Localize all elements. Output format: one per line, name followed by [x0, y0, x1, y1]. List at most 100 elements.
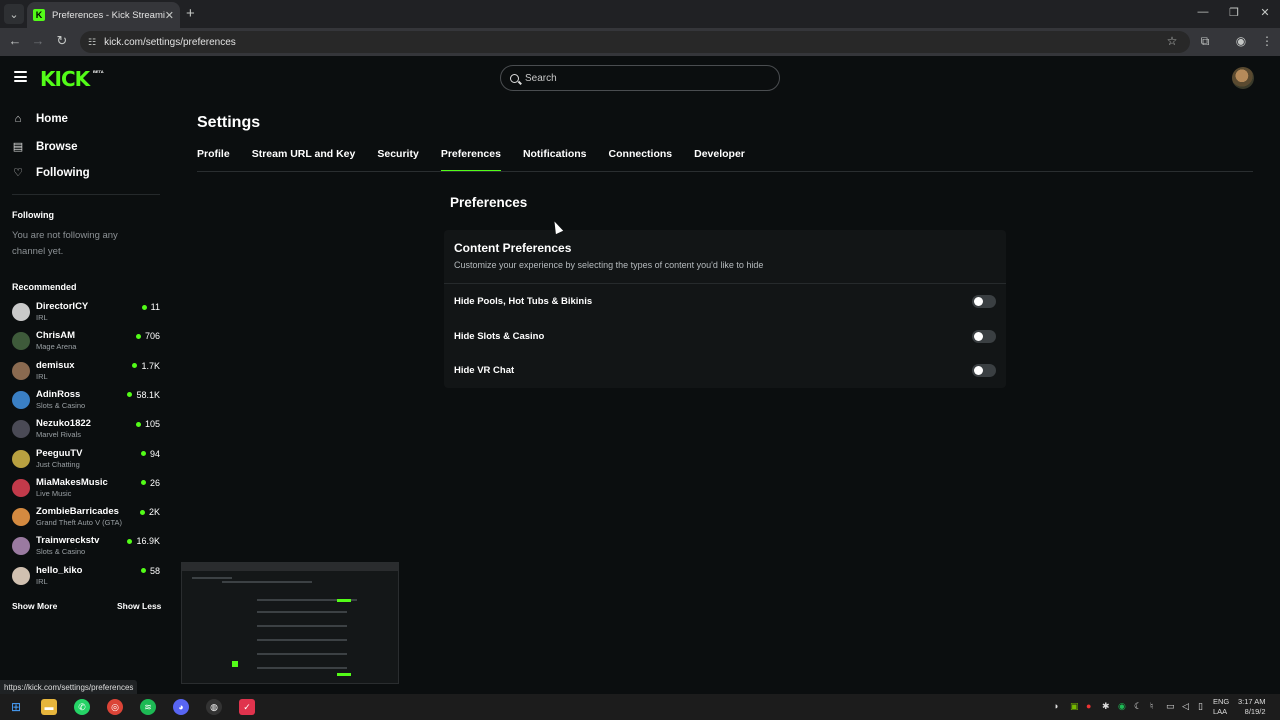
recommended-channel[interactable]: hello_kiko IRL 58 [12, 564, 160, 590]
recommended-channel[interactable]: Trainwreckstv Slots & Casino 16.9K [12, 534, 160, 560]
tab-close-icon[interactable]: ✕ [165, 9, 174, 22]
moon-icon[interactable]: ☾ [1134, 701, 1142, 712]
sidebar: ⌂ Home ▤ Browse ♡ Following Following Yo… [0, 100, 170, 694]
browser-menu-icon[interactable]: ⋮ [1258, 34, 1276, 48]
minimize-icon[interactable]: — [1188, 6, 1218, 18]
sidebar-item-following[interactable]: ♡ Following [12, 166, 90, 180]
address-url: kick.com/settings/preferences [104, 36, 236, 48]
spotify-icon[interactable]: ≋ [140, 699, 156, 715]
system-clock[interactable]: 3:17 AM 8/19/2 [1238, 697, 1266, 717]
site-header: KICK BETA Search [0, 56, 1280, 100]
kick-favicon-icon: K [33, 9, 45, 21]
search-input[interactable]: Search [500, 65, 780, 91]
site-info-icon[interactable]: ☷ [88, 37, 96, 48]
browser-toolbar: ← → ↻ ☷ kick.com/settings/preferences ☆ … [0, 28, 1280, 56]
bookmark-star-icon[interactable]: ☆ [1163, 34, 1181, 48]
new-tab-button[interactable]: + [186, 5, 195, 22]
app-icon[interactable]: ✓ [239, 699, 255, 715]
tab-developer[interactable]: Developer [694, 148, 745, 172]
windows-start-icon[interactable]: ⊞ [8, 699, 24, 715]
whatsapp-icon[interactable]: ✆ [74, 699, 90, 715]
forward-icon[interactable]: → [28, 33, 48, 48]
user-avatar[interactable] [1232, 67, 1254, 89]
bluetooth-icon[interactable]: ✱ [1102, 701, 1110, 712]
channel-category: IRL [36, 576, 48, 586]
recommended-channel[interactable]: PeeguuTV Just Chatting 94 [12, 447, 160, 473]
show-less-button[interactable]: Show Less [117, 601, 161, 611]
heart-icon: ♡ [13, 167, 23, 179]
window-close-icon[interactable]: ✕ [1250, 6, 1280, 19]
sidebar-item-browse[interactable]: ▤ Browse [12, 140, 78, 154]
sidebar-item-home[interactable]: ⌂ Home [12, 113, 68, 125]
channel-name: DirectorICY [36, 301, 89, 312]
preference-row: Hide Slots & Casino [454, 328, 996, 346]
sidebar-item-label: Browse [36, 140, 78, 153]
obs-icon[interactable]: ◍ [206, 699, 222, 715]
sidebar-item-label: Following [36, 166, 90, 179]
nvidia-icon[interactable]: ▣ [1070, 701, 1079, 712]
tab-search-button[interactable]: ⌄ [4, 4, 24, 24]
channel-category: Slots & Casino [36, 547, 86, 557]
tab-preferences[interactable]: Preferences [440, 148, 502, 172]
back-icon[interactable]: ← [5, 33, 25, 48]
viewer-count: 2K [140, 507, 160, 517]
menu-hamburger-icon[interactable] [14, 71, 27, 82]
recommended-channel[interactable]: ZombieBarricades Grand Theft Auto V (GTA)… [12, 505, 160, 531]
channel-category: Just Chatting [36, 459, 80, 469]
browser-tab-active[interactable]: K Preferences - Kick Streaming ✕ [27, 2, 180, 28]
card-divider [444, 283, 1006, 284]
settings-tabs: Profile Stream URL and Key Security Prefere… [197, 148, 767, 172]
recommended-channel[interactable]: demisux IRL 1.7K [12, 359, 160, 385]
search-icon [510, 73, 519, 83]
tray-app-icon[interactable]: ◑ [1053, 701, 1058, 711]
chrome-icon[interactable]: ◎ [107, 699, 123, 715]
microphone-icon[interactable]: ♮ [1150, 701, 1153, 712]
channel-avatar [12, 361, 30, 380]
address-bar[interactable]: ☷ kick.com/settings/preferences [80, 31, 1190, 53]
recommended-channel[interactable]: MiaMakesMusic Live Music 26 [12, 476, 160, 502]
recommended-channel[interactable]: ChrisAM Mage Arena 706 [12, 329, 160, 355]
recommended-channel[interactable]: DirectorICY IRL 11 [12, 300, 160, 326]
preference-toggle[interactable] [972, 295, 996, 308]
tab-connections[interactable]: Connections [609, 148, 673, 172]
language-indicator[interactable]: ENG LAA [1213, 697, 1229, 717]
channel-name: MiaMakesMusic [36, 476, 108, 488]
tab-notifications[interactable]: Notifications [523, 148, 587, 172]
tabs-divider [197, 171, 1253, 172]
kick-logo[interactable]: KICK [40, 67, 90, 91]
preference-row: Hide Pools, Hot Tubs & Bikinis [454, 293, 996, 311]
viewer-count: 706 [136, 331, 160, 341]
language-code: ENG [1213, 697, 1230, 706]
show-more-button[interactable]: Show More [12, 601, 57, 611]
battery-icon[interactable]: ▯ [1198, 701, 1203, 712]
extensions-icon[interactable]: ⧉ [1196, 34, 1214, 49]
channel-avatar [12, 566, 30, 585]
card-description: Customize your experience by selecting t… [454, 260, 764, 270]
channel-avatar [12, 449, 30, 468]
volume-icon[interactable]: ◁ [1182, 701, 1189, 712]
spotify-tray-icon[interactable]: ◉ [1118, 701, 1126, 712]
network-icon[interactable]: ▭ [1166, 701, 1175, 712]
preference-toggle[interactable] [972, 364, 996, 378]
discord-icon[interactable]: ◕ [173, 699, 189, 715]
record-icon[interactable]: ● [1086, 701, 1091, 711]
tab-security[interactable]: Security [377, 148, 418, 172]
viewer-count: 58.1K [127, 390, 160, 400]
preference-toggle[interactable] [972, 329, 996, 343]
preference-label: Hide VR Chat [454, 365, 515, 377]
profile-icon[interactable]: ◉ [1232, 34, 1250, 48]
reload-icon[interactable]: ↻ [52, 33, 72, 49]
restore-icon[interactable]: ❐ [1219, 6, 1249, 19]
window-preview-thumbnail[interactable] [181, 562, 399, 684]
tab-profile[interactable]: Profile [197, 148, 230, 172]
recommended-channel[interactable]: Nezuko1822 Marvel Rivals 105 [12, 417, 160, 443]
channel-avatar [12, 537, 30, 556]
tab-stream-url-and-key[interactable]: Stream URL and Key [252, 148, 356, 172]
file-explorer-icon[interactable]: ▬ [41, 699, 57, 715]
channel-name: ChrisAM [36, 330, 76, 342]
channel-category: IRL [36, 313, 48, 322]
channel-name: AdinRoss [36, 388, 81, 400]
viewer-count: 58 [141, 566, 160, 576]
recommended-channel[interactable]: AdinRoss Slots & Casino 58.1K [12, 388, 160, 414]
recommended-heading: Recommended [12, 282, 77, 292]
